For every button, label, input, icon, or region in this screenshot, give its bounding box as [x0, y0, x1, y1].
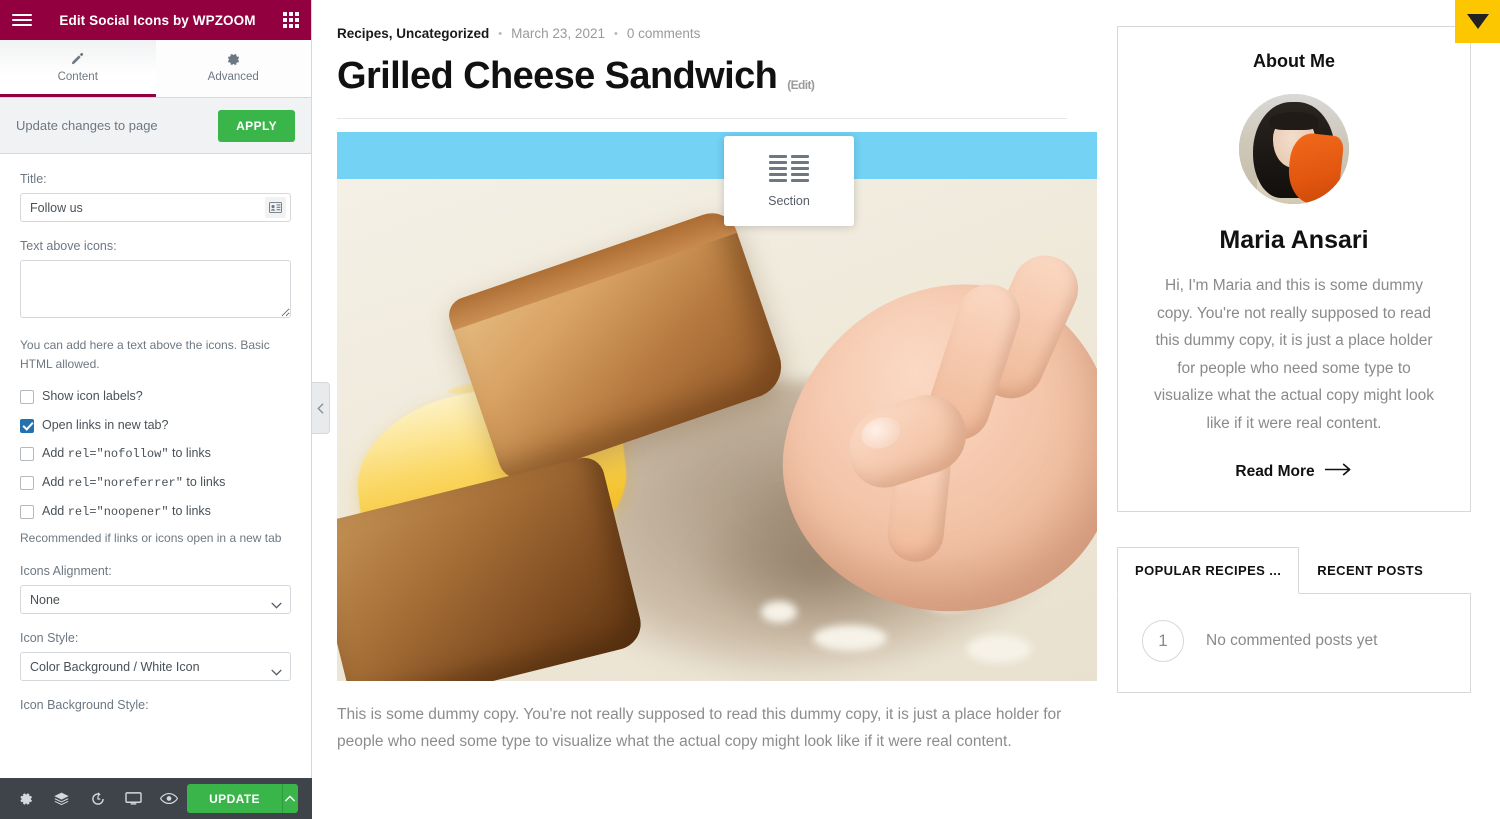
checkbox-box[interactable]	[20, 505, 34, 520]
edit-post-link[interactable]: (Edit)	[787, 78, 815, 98]
tab-content[interactable]: Content	[0, 40, 156, 97]
author-bio: Hi, I'm Maria and this is some dummy cop…	[1153, 277, 1434, 432]
arrow-right-icon	[1323, 463, 1353, 481]
checkbox-box[interactable]	[20, 418, 34, 433]
checkbox-label: Add rel="nofollow" to links	[42, 446, 211, 462]
control-icon-style: Icon Style: Color Background / White Ico…	[20, 631, 291, 682]
post-date: March 23, 2021	[511, 26, 605, 41]
about-me-heading: About Me	[1253, 51, 1335, 71]
tabs-header: POPULAR RECIPES ... RECENT POSTS	[1117, 546, 1471, 595]
control-text-above-icons: Text above icons:	[20, 239, 291, 323]
checkbox-label: Add rel="noreferrer" to links	[42, 475, 226, 491]
checkbox-box[interactable]	[20, 447, 34, 462]
elementor-editor-panel: Edit Social Icons by WPZOOM Content Adva…	[0, 0, 312, 819]
update-button[interactable]: UPDATE	[187, 784, 283, 813]
featured-image[interactable]: Section	[337, 132, 1097, 681]
checkbox-show-icon-labels[interactable]: Show icon labels?	[20, 389, 291, 405]
update-button-group: UPDATE	[187, 784, 298, 813]
apply-button[interactable]: APPLY	[218, 109, 295, 142]
title-input[interactable]	[20, 193, 291, 222]
dynamic-tags-icon[interactable]	[265, 197, 286, 218]
tab-content-label: Content	[57, 70, 98, 83]
about-me-widget: About Me Maria Ansari Hi, I'm Maria and …	[1117, 26, 1471, 513]
panel-collapse-handle[interactable]	[312, 382, 330, 434]
triangle-down-icon	[1466, 14, 1489, 29]
text-above-icons-textarea[interactable]	[20, 260, 291, 318]
corner-toggle-tab[interactable]	[1455, 0, 1500, 43]
panel-header: Edit Social Icons by WPZOOM	[0, 0, 311, 40]
section-badge-label: Section	[768, 193, 810, 208]
checkbox-rel-noopener[interactable]: Add rel="noopener" to links	[20, 504, 291, 520]
apply-changes-bar: Update changes to page APPLY	[0, 98, 311, 154]
sidebar-column: About Me Maria Ansari Hi, I'm Maria and …	[1095, 0, 1495, 819]
chevron-up-icon[interactable]	[282, 784, 298, 813]
checkbox-rel-noreferrer[interactable]: Add rel="noreferrer" to links	[20, 475, 291, 491]
page-title: Grilled Cheese Sandwich (Edit)	[337, 55, 1067, 98]
meta-separator: •	[613, 27, 618, 40]
layers-navigator-icon[interactable]	[44, 778, 80, 819]
checkbox-label: Open links in new tab?	[42, 417, 169, 432]
empty-state-message: No commented posts yet	[1206, 632, 1378, 650]
apply-bar-label: Update changes to page	[16, 118, 158, 133]
panel-tabs: Content Advanced	[0, 40, 311, 98]
control-title: Title:	[20, 172, 291, 222]
responsive-monitor-icon[interactable]	[115, 778, 151, 819]
preview-page: Recipes, Uncategorized • March 23, 2021 …	[313, 0, 1500, 819]
checkbox-box[interactable]	[20, 390, 34, 405]
post-title-text: Grilled Cheese Sandwich	[337, 55, 778, 97]
avatar	[1239, 94, 1349, 204]
history-clock-icon[interactable]	[80, 778, 116, 819]
code-snippet: rel="nofollow"	[67, 447, 169, 462]
text-above-icons-label: Text above icons:	[20, 239, 117, 253]
code-snippet: rel="noopener"	[67, 505, 169, 520]
grid-apps-icon[interactable]	[283, 12, 299, 28]
post-body-text: This is some dummy copy. You're not real…	[337, 706, 1062, 750]
checkbox-label: Add rel="noopener" to links	[42, 504, 211, 520]
meta-separator: •	[498, 27, 503, 40]
title-divider	[337, 118, 1067, 119]
editor-root: Edit Social Icons by WPZOOM Content Adva…	[0, 0, 1500, 819]
post-column: Recipes, Uncategorized • March 23, 2021 …	[313, 0, 1097, 819]
preview-eye-icon[interactable]	[151, 778, 187, 819]
read-more-label: Read More	[1235, 463, 1315, 481]
gear-icon	[226, 52, 241, 67]
text-above-icons-help: You can add here a text above the icons.…	[20, 338, 270, 371]
author-name: Maria Ansari	[1219, 226, 1369, 254]
settings-gear-icon[interactable]	[8, 778, 44, 819]
tabs-panel: 1 No commented posts yet	[1117, 594, 1471, 694]
hamburger-icon[interactable]	[12, 14, 32, 26]
post-meta: Recipes, Uncategorized • March 23, 2021 …	[337, 26, 1067, 41]
checkbox-box[interactable]	[20, 476, 34, 491]
section-columns-icon	[769, 154, 809, 182]
control-icons-alignment: Icons Alignment: None	[20, 564, 291, 615]
icon-background-style-label: Icon Background Style:	[20, 698, 149, 713]
tab-advanced[interactable]: Advanced	[155, 40, 311, 97]
popular-recipes-tabs-widget: POPULAR RECIPES ... RECENT POSTS 1 No co…	[1117, 546, 1471, 694]
panel-title: Edit Social Icons by WPZOOM	[59, 12, 256, 28]
tab-advanced-label: Advanced	[207, 70, 259, 83]
icon-style-label: Icon Style:	[20, 631, 79, 646]
checkbox-label: Show icon labels?	[42, 389, 143, 404]
panel-controls: Title: Tex	[0, 154, 311, 819]
preview-canvas: Recipes, Uncategorized • March 23, 2021 …	[313, 0, 1500, 819]
icons-alignment-select[interactable]: None	[20, 585, 291, 615]
tab-popular-recipes[interactable]: POPULAR RECIPES ...	[1117, 547, 1300, 595]
list-item-number: 1	[1142, 620, 1184, 663]
icon-style-select[interactable]: Color Background / White Icon	[20, 652, 291, 682]
panel-footer-toolbar: UPDATE	[0, 778, 312, 819]
tab-recent-posts[interactable]: RECENT POSTS	[1299, 547, 1441, 594]
code-snippet: rel="noreferrer"	[67, 476, 183, 491]
food-photo-illustration	[337, 132, 1097, 681]
read-more-link[interactable]: Read More	[1235, 463, 1352, 481]
icons-alignment-label: Icons Alignment:	[20, 564, 112, 579]
checkbox-rel-nofollow[interactable]: Add rel="nofollow" to links	[20, 446, 291, 462]
section-hover-badge[interactable]: Section	[724, 136, 854, 226]
checkbox-open-links-new-tab[interactable]: Open links in new tab?	[20, 418, 291, 434]
rel-attributes-help: Recommended if links or icons open in a …	[20, 531, 282, 546]
title-label: Title:	[20, 172, 47, 186]
pencil-icon	[70, 52, 85, 67]
post-comments-count[interactable]: 0 comments	[627, 26, 701, 41]
post-categories[interactable]: Recipes, Uncategorized	[337, 26, 489, 41]
